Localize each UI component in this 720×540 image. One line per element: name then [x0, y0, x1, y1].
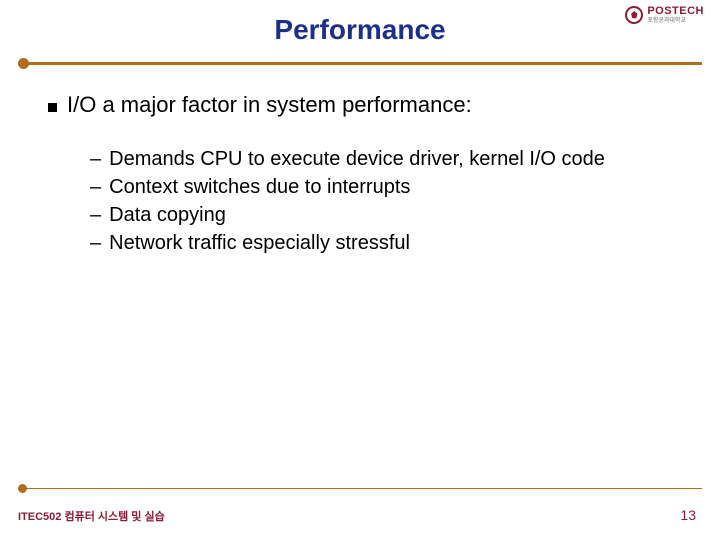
square-bullet-icon [48, 103, 57, 112]
footer: ITEC502 컴퓨터 시스템 및 실습 13 [18, 507, 696, 524]
slide-title: Performance [0, 14, 720, 46]
dash-bullet-icon: – [90, 230, 101, 256]
dash-bullet-icon: – [90, 146, 101, 172]
rule-line [18, 488, 702, 489]
header: POSTECH 포항공과대학교 Performance [0, 0, 720, 68]
logo-mark-icon [625, 6, 643, 24]
dash-bullet-icon: – [90, 202, 101, 228]
sub-bullet-list: – Demands CPU to execute device driver, … [90, 146, 680, 256]
dash-bullet-icon: – [90, 174, 101, 200]
sub-bullet: – Network traffic especially stressful [90, 230, 680, 256]
sub-bullet-text: Context switches due to interrupts [109, 174, 410, 200]
sub-bullet-text: Demands CPU to execute device driver, ke… [109, 146, 605, 172]
sub-bullet: – Demands CPU to execute device driver, … [90, 146, 680, 172]
sub-bullet-text: Network traffic especially stressful [109, 230, 410, 256]
main-bullet-text: I/O a major factor in system performance… [67, 92, 472, 118]
logo-sub-text: 포항공과대학교 [647, 18, 704, 24]
logo-text: POSTECH 포항공과대학교 [647, 6, 704, 24]
logo-main-text: POSTECH [647, 6, 704, 17]
sub-bullet-text: Data copying [109, 202, 226, 228]
footer-rule [18, 484, 702, 494]
rule-line [18, 62, 702, 65]
page-number: 13 [680, 507, 696, 523]
institution-logo: POSTECH 포항공과대학교 [625, 6, 704, 24]
sub-bullet: – Data copying [90, 202, 680, 228]
slide-body: I/O a major factor in system performance… [0, 68, 720, 256]
course-code: ITEC502 컴퓨터 시스템 및 실습 [18, 508, 165, 524]
sub-bullet: – Context switches due to interrupts [90, 174, 680, 200]
header-rule [18, 58, 702, 68]
slide: POSTECH 포항공과대학교 Performance I/O a major … [0, 0, 720, 540]
main-bullet: I/O a major factor in system performance… [48, 92, 680, 118]
